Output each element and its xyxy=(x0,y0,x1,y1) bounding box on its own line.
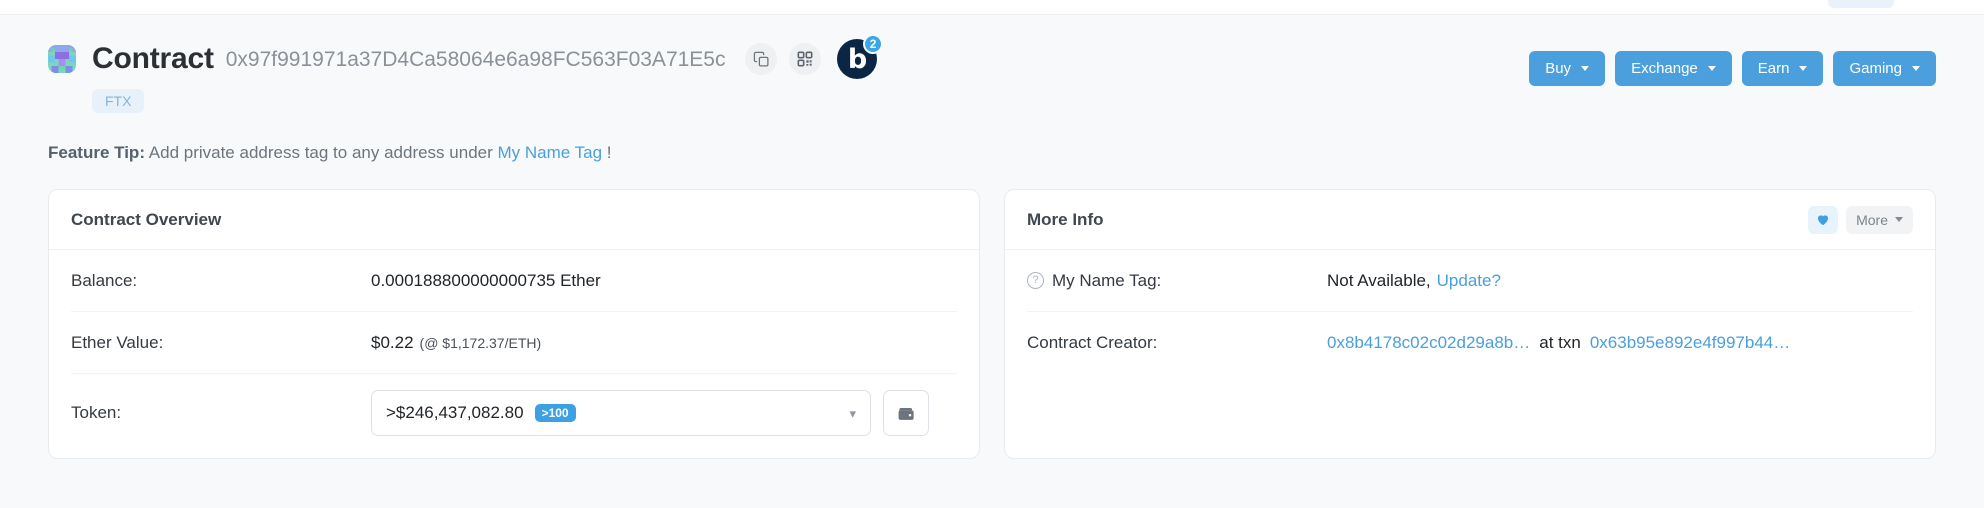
ether-value-amount: $0.22 xyxy=(371,332,414,352)
address-identicon xyxy=(48,45,76,73)
heart-icon[interactable] xyxy=(1808,205,1839,234)
my-name-tag-link[interactable]: My Name Tag xyxy=(498,143,603,162)
contract-overview-header: Contract Overview xyxy=(49,190,979,251)
name-tag-value: Not Available, xyxy=(1327,270,1431,290)
ether-value-label: Ether Value: xyxy=(71,332,164,352)
gaming-button[interactable]: Gaming xyxy=(1833,51,1936,86)
name-tag-update-link[interactable]: Update? xyxy=(1437,271,1501,291)
contract-creator-value-group: 0x8b4178c02c02d29a8b… at txn 0x63b95e892… xyxy=(1327,333,1790,353)
ether-value-rate: (@ $1,172.37/ETH) xyxy=(419,334,542,351)
gaming-button-label: Gaming xyxy=(1849,60,1902,77)
qr-code-icon[interactable] xyxy=(789,43,822,75)
title-block: Contract 0x97f991971a37D4Ca58064e6a98FC5… xyxy=(48,34,884,113)
wallet-icon xyxy=(898,407,914,420)
chevron-down-icon xyxy=(1895,217,1903,223)
name-tag-label: My Name Tag: xyxy=(1052,270,1162,290)
earn-button-label: Earn xyxy=(1757,60,1790,77)
token-count-badge: >100 xyxy=(534,404,576,423)
header-actions: Buy Exchange Earn Gaming xyxy=(1529,39,1936,86)
chevron-down-icon xyxy=(1581,66,1590,71)
contract-overview-body: Balance: 0.000188800000000735 Ether Ethe… xyxy=(49,250,979,452)
contract-creator-row: Contract Creator: 0x8b4178c02c02d29a8b… … xyxy=(1027,312,1913,374)
more-dropdown-label: More xyxy=(1856,211,1888,228)
token-select[interactable]: >$246,437,082.80 >100 ▾ xyxy=(371,390,871,437)
more-info-title: More Info xyxy=(1027,209,1104,229)
page-title: Contract xyxy=(92,42,214,75)
brand-badge-wrapper: b 2 xyxy=(837,34,884,79)
balance-value: 0.000188800000000735 Ether xyxy=(371,270,601,290)
buy-button-label: Buy xyxy=(1545,60,1572,77)
creator-address-link[interactable]: 0x8b4178c02c02d29a8b… xyxy=(1327,333,1530,353)
feature-tip-suffix: ! xyxy=(602,143,612,162)
contract-address: 0x97f991971a37D4Ca58064e6a98FC563F03A71E… xyxy=(225,47,726,71)
more-info-tools: More xyxy=(1808,205,1913,234)
top-strip xyxy=(0,0,1984,14)
contract-overview-title: Contract Overview xyxy=(71,209,222,229)
cards-container: Contract Overview Balance: 0.00018880000… xyxy=(48,189,1936,460)
more-info-header: More Info More xyxy=(1005,190,1935,251)
name-tag-label-group: ? My Name Tag: xyxy=(1027,271,1327,291)
balance-row: Balance: 0.000188800000000735 Ether xyxy=(71,250,957,313)
token-amount: >$246,437,082.80 xyxy=(386,403,524,423)
feature-tip-prefix: Feature Tip: xyxy=(48,143,145,162)
contract-creator-label: Contract Creator: xyxy=(1027,333,1158,353)
chevron-down-icon xyxy=(1912,66,1920,71)
ether-value-group: $0.22 (@ $1,172.37/ETH) xyxy=(371,333,541,353)
label-tag-ftx[interactable]: FTX xyxy=(92,89,145,113)
more-info-body: ? My Name Tag: Not Available, Update? Co… xyxy=(1005,250,1935,374)
creator-txn-link[interactable]: 0x63b95e892e4f997b44… xyxy=(1590,333,1790,353)
chevron-down-icon xyxy=(1799,66,1808,71)
copy-icon[interactable] xyxy=(745,43,778,75)
exchange-button[interactable]: Exchange xyxy=(1615,51,1732,86)
help-icon[interactable]: ? xyxy=(1027,272,1044,290)
title-line: Contract 0x97f991971a37D4Ca58064e6a98FC5… xyxy=(48,34,884,79)
feature-tip: Feature Tip: Add private address tag to … xyxy=(48,143,1936,163)
name-tag-row: ? My Name Tag: Not Available, Update? xyxy=(1027,250,1913,313)
wallet-icon-button[interactable] xyxy=(883,390,929,437)
buy-button[interactable]: Buy xyxy=(1529,51,1606,86)
more-dropdown-button[interactable]: More xyxy=(1846,205,1913,234)
tag-row: FTX xyxy=(92,89,877,113)
balance-label: Balance: xyxy=(71,270,138,290)
token-label: Token: xyxy=(71,403,122,423)
creator-separator: at txn xyxy=(1539,333,1581,353)
chevron-down-icon: ▾ xyxy=(849,405,856,421)
brand-badge-count: 2 xyxy=(862,34,884,54)
token-value-group: >$246,437,082.80 >100 ▾ xyxy=(371,390,929,437)
chevron-down-icon xyxy=(1707,66,1716,71)
earn-button[interactable]: Earn xyxy=(1741,51,1824,86)
cut-off-pill xyxy=(1828,0,1894,8)
page-header: Contract 0x97f991971a37D4Ca58064e6a98FC5… xyxy=(48,15,1936,113)
token-row: Token: >$246,437,082.80 >100 ▾ xyxy=(71,374,957,452)
name-tag-value-group: Not Available, Update? xyxy=(1327,271,1501,291)
contract-overview-card: Contract Overview Balance: 0.00018880000… xyxy=(48,189,980,460)
page-container: Contract 0x97f991971a37D4Ca58064e6a98FC5… xyxy=(0,15,1984,508)
token-select-content: >$246,437,082.80 >100 xyxy=(386,403,576,423)
ether-value-row: Ether Value: $0.22 (@ $1,172.37/ETH) xyxy=(71,312,957,375)
feature-tip-text: Add private address tag to any address u… xyxy=(144,143,498,162)
exchange-button-label: Exchange xyxy=(1631,60,1698,77)
more-info-card: More Info More ? My Name Tag: Not Availa… xyxy=(1004,189,1936,460)
